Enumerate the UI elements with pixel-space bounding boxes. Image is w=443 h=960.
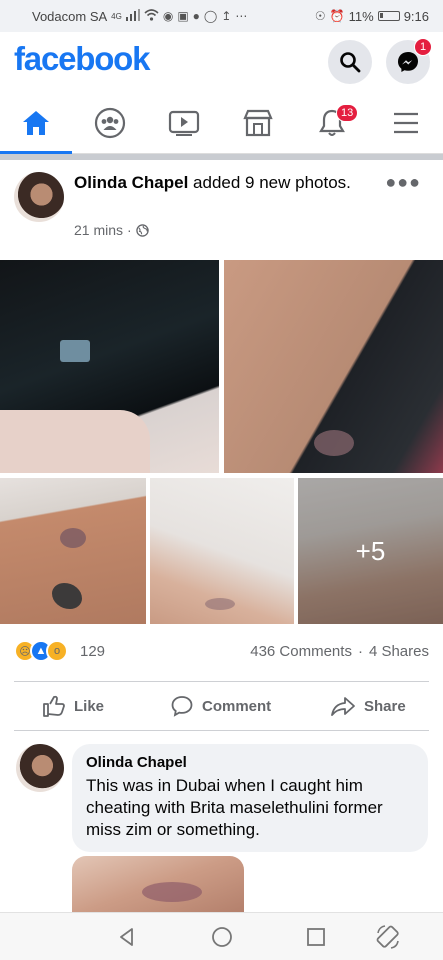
- home-circle-icon: [212, 927, 232, 947]
- tab-marketplace[interactable]: [222, 94, 294, 152]
- messenger-button[interactable]: 1: [386, 38, 432, 84]
- nav-tabs: 13: [0, 94, 443, 154]
- photo-2[interactable]: [224, 260, 443, 473]
- post-header: Olinda Chapel added 9 new photos. 21 min…: [0, 160, 443, 260]
- groups-icon: [94, 107, 126, 139]
- like-label: Like: [74, 697, 105, 715]
- post-action-text: added 9 new photos.: [193, 173, 351, 192]
- messenger-badge: 1: [414, 38, 432, 56]
- comment-photo[interactable]: [72, 856, 244, 912]
- signal-icon: [125, 8, 140, 24]
- rotate-icon: [376, 925, 399, 949]
- share-icon: [331, 697, 355, 716]
- photo-1[interactable]: [0, 260, 219, 473]
- menu-icon: [394, 112, 418, 134]
- facebook-notification-icon: ◉: [162, 9, 174, 23]
- meta-separator: ·: [127, 222, 132, 238]
- more-notifications-icon: ⋯: [235, 9, 248, 23]
- comments-count[interactable]: 436 Comments: [250, 643, 352, 660]
- actions-divider-bottom: [14, 730, 429, 731]
- like-button[interactable]: Like: [42, 694, 104, 718]
- tab-watch[interactable]: [148, 94, 220, 152]
- post-time[interactable]: 21 mins: [74, 222, 123, 238]
- comment-button[interactable]: Comment: [170, 694, 271, 718]
- battery-percent: 11%: [348, 8, 374, 24]
- recents-icon: [307, 928, 325, 946]
- status-bar: Vodacom SA 4G ◉ ▣ ● ◯ ↥ ⋯ ☉ ⏰ 11% 9:16: [0, 0, 443, 32]
- commenter-avatar[interactable]: [16, 744, 64, 792]
- engagement-separator: ·: [357, 643, 363, 660]
- rotate-button[interactable]: [374, 923, 402, 951]
- tab-home[interactable]: [0, 94, 72, 154]
- alarm-icon: ⏰: [329, 9, 345, 23]
- shares-count[interactable]: 4 Shares: [369, 643, 429, 660]
- wow-reaction-icon: o: [46, 640, 68, 662]
- post-more-button[interactable]: ●●●: [385, 172, 421, 193]
- author-avatar[interactable]: [14, 172, 64, 222]
- share-button[interactable]: Share: [330, 694, 406, 718]
- wifi-icon: [144, 8, 159, 24]
- home-icon: [23, 111, 49, 135]
- share-label: Share: [364, 697, 406, 715]
- carrier-name: Vodacom SA: [32, 8, 108, 24]
- back-button[interactable]: [113, 923, 141, 951]
- photo-grid: +5: [0, 260, 443, 624]
- comment-label: Comment: [202, 697, 272, 715]
- tab-groups[interactable]: [74, 94, 146, 152]
- marketplace-icon: [243, 109, 273, 137]
- app-header: facebook 1: [0, 32, 443, 94]
- system-nav-bar: [0, 912, 443, 960]
- reaction-icons[interactable]: ☹ ▲ o: [14, 640, 68, 662]
- app-notification-icon: ●: [192, 9, 200, 23]
- notifications-badge: 13: [336, 104, 359, 122]
- data-saver-icon: ☉: [314, 9, 326, 23]
- recents-button[interactable]: [302, 923, 330, 951]
- facebook-logo[interactable]: facebook: [14, 40, 150, 78]
- upload-icon: ↥: [221, 9, 232, 23]
- comment-text: This was in Dubai when I caught him chea…: [86, 776, 383, 839]
- commenter-name[interactable]: Olinda Chapel: [86, 754, 414, 771]
- search-button[interactable]: [328, 40, 372, 84]
- comment-bubble[interactable]: Olinda Chapel This was in Dubai when I c…: [72, 744, 428, 852]
- watch-icon: [168, 110, 200, 136]
- battery-icon: [377, 11, 400, 21]
- more-dots-icon: ●●●: [385, 172, 421, 192]
- comment-item: Olinda Chapel This was in Dubai when I c…: [0, 740, 443, 860]
- search-icon: [340, 52, 361, 73]
- thumbs-up-icon: [43, 695, 65, 717]
- back-icon: [120, 928, 133, 946]
- reaction-count[interactable]: 129: [80, 643, 105, 660]
- photo-4[interactable]: [150, 478, 294, 624]
- network-type: 4G: [111, 11, 122, 21]
- reactions-row: ☹ ▲ o 129 436 Comments · 4 Shares: [0, 634, 443, 670]
- whatsapp-notification-icon: ◯: [203, 9, 218, 23]
- more-photos-overlay[interactable]: +5: [298, 478, 443, 624]
- photo-3[interactable]: [0, 478, 146, 624]
- instagram-notification-icon: ▣: [177, 9, 189, 23]
- post-actions: Like Comment Share: [0, 686, 443, 728]
- post-meta: 21 mins ·: [74, 222, 149, 238]
- comment-icon: [171, 696, 193, 717]
- post-title: Olinda Chapel added 9 new photos.: [74, 172, 374, 194]
- home-nav-button[interactable]: [208, 923, 236, 951]
- author-name[interactable]: Olinda Chapel: [74, 173, 188, 192]
- tab-notifications[interactable]: 13: [296, 94, 368, 152]
- tab-menu[interactable]: [370, 94, 442, 152]
- clock: 9:16: [403, 8, 429, 24]
- photo-5[interactable]: +5: [298, 478, 443, 624]
- actions-divider-top: [14, 681, 429, 682]
- globe-icon: [135, 223, 149, 237]
